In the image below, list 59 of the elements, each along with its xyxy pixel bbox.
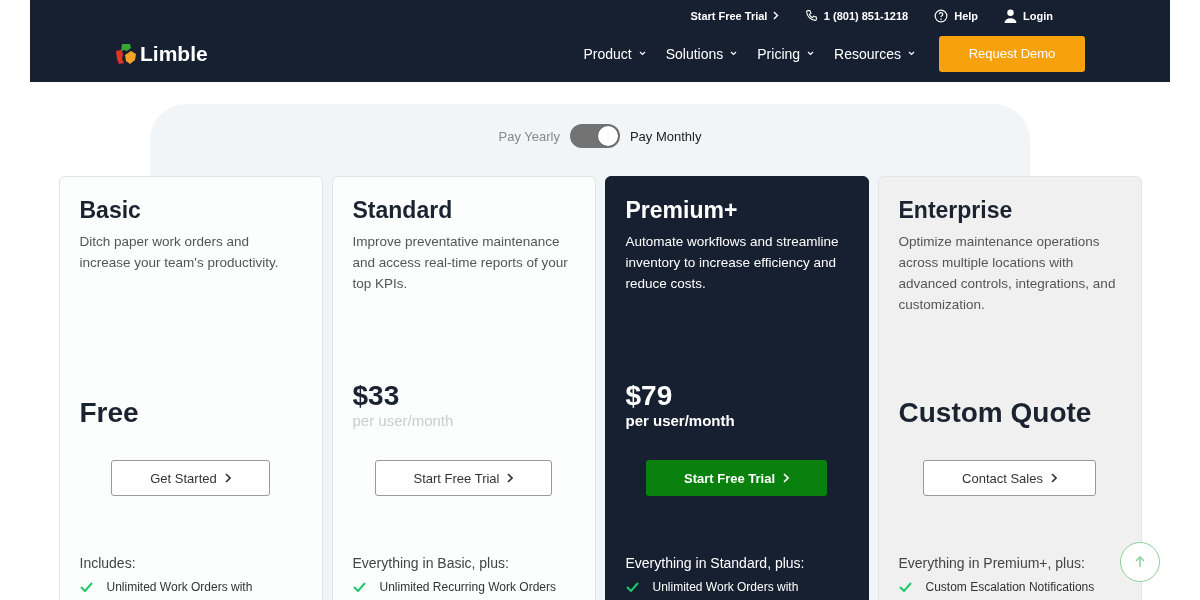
start-trial-link[interactable]: Start Free Trial (690, 9, 779, 22)
phone-number: 1 (801) 851-1218 (823, 9, 909, 22)
plan-name: Basic (79, 197, 142, 225)
includes-heading: Everything in Standard, plus: (625, 555, 806, 571)
plan-description: Automate workflows and streamline inventory to increase efficiency and reduce costs. (625, 233, 840, 293)
billing-toggle[interactable] (569, 124, 620, 148)
check-icon (352, 582, 366, 592)
chevron-right-icon (783, 473, 789, 483)
feature-text: Unlimited Work Orders with (652, 580, 799, 594)
logo[interactable]: Limble (114, 41, 208, 66)
check-icon (898, 582, 912, 592)
login-link[interactable]: Login (1004, 8, 1053, 23)
chevron-down-icon (730, 51, 738, 57)
feature-text: Unlimited Recurring Work Orders (379, 580, 556, 594)
chevron-down-icon (807, 51, 815, 57)
help-link[interactable]: Help (934, 8, 979, 23)
includes-heading: Everything in Premium+, plus: (898, 555, 1086, 571)
plan-price: $79 (625, 380, 674, 412)
plan-button[interactable]: Start Free Trial (374, 460, 553, 496)
plan-button[interactable]: Get Started (111, 460, 270, 496)
plan-description: Improve preventative maintenance and access real-time reports of your top KPIs. (352, 233, 569, 293)
price-note: per user/month (625, 412, 736, 429)
plan-price: $33 (352, 380, 401, 412)
user-icon (1004, 8, 1018, 23)
check-icon (79, 582, 93, 592)
arrow-up-icon (1135, 556, 1145, 568)
nav-item[interactable]: Solutions (665, 45, 738, 62)
plan-description: Optimize maintenance operations across multiple locations with advanced controls, integrations, and customization. (898, 233, 1117, 314)
logo-text: Limble (140, 41, 208, 66)
phone-icon (804, 9, 818, 23)
chevron-right-icon (507, 473, 514, 483)
plan-name: Premium+ (625, 197, 739, 225)
help-label: Help (954, 9, 979, 22)
pay-yearly-label: Pay Yearly (498, 128, 560, 144)
chevron-right-icon (1050, 473, 1057, 483)
chevron-down-icon (638, 51, 646, 57)
nav-item[interactable]: Product (583, 45, 646, 62)
chevron-right-icon (773, 11, 779, 21)
login-label: Login (1023, 9, 1053, 22)
feature-text: Unlimited Work Orders with (106, 580, 253, 594)
plan-name: Enterprise (898, 197, 1014, 225)
feature-text: Custom Escalation Notifications (925, 580, 1095, 594)
nav-item[interactable]: Pricing (757, 45, 815, 62)
plan-description: Ditch paper work orders and increase your team's productivity. (79, 233, 280, 272)
chevron-down-icon (908, 51, 915, 57)
plan-button[interactable]: Contact Sales (923, 460, 1096, 496)
check-icon (625, 582, 639, 592)
plan-button[interactable]: Start Free Trial (645, 460, 827, 496)
plan-price: Custom Quote (898, 397, 1093, 429)
nav-item[interactable]: Resources (834, 45, 915, 62)
gear-logo-icon (114, 41, 138, 66)
chevron-right-icon (224, 473, 231, 483)
pay-monthly-label: Pay Monthly (629, 128, 702, 144)
plan-name: Standard (352, 197, 454, 225)
includes-heading: Everything in Basic, plus: (352, 555, 510, 571)
help-icon (934, 8, 949, 23)
phone-link[interactable]: 1 (801) 851-1218 (804, 9, 909, 23)
includes-heading: Includes: (79, 555, 137, 571)
plan-price: Free (79, 397, 140, 429)
